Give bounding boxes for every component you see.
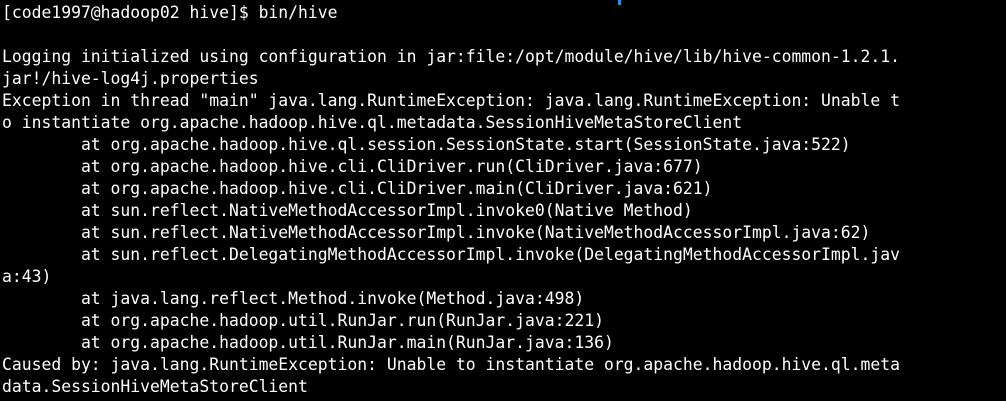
output-line-logging-2: jar!/hive-log4j.properties xyxy=(2,69,259,88)
output-line-exception-2: o instantiate org.apache.hadoop.hive.ql.… xyxy=(2,113,743,132)
caused-by-line-2: data.SessionHiveMetaStoreClient xyxy=(2,377,308,396)
output-line-exception-1: Exception in thread "main" java.lang.Run… xyxy=(2,91,900,110)
prompt-line: [code1997@hadoop02 hive]$ bin/hive xyxy=(2,3,338,22)
stack-frame: at org.apache.hadoop.hive.ql.session.Ses… xyxy=(2,135,851,154)
stack-frame: at sun.reflect.NativeMethodAccessorImpl.… xyxy=(2,223,871,242)
stack-frame: at java.lang.reflect.Method.invoke(Metho… xyxy=(2,289,585,308)
terminal-window[interactable]: [code1997@hadoop02 hive]$ bin/hive Loggi… xyxy=(0,0,1006,401)
stack-frame: at org.apache.hadoop.hive.cli.CliDriver.… xyxy=(2,157,703,176)
scroll-marker xyxy=(618,0,621,5)
stack-frame-wrap: a:43) xyxy=(2,267,52,286)
caused-by-line-1: Caused by: java.lang.RuntimeException: U… xyxy=(2,355,900,374)
stack-frame: at org.apache.hadoop.hive.cli.CliDriver.… xyxy=(2,179,713,198)
output-line-logging-1: Logging initialized using configuration … xyxy=(2,47,900,66)
stack-frame: at org.apache.hadoop.util.RunJar.run(Run… xyxy=(2,311,604,330)
output-line-blank xyxy=(0,24,1006,46)
stack-frame: at sun.reflect.NativeMethodAccessorImpl.… xyxy=(2,201,693,220)
stack-frame: at sun.reflect.DelegatingMethodAccessorI… xyxy=(2,245,900,264)
stack-frame: at org.apache.hadoop.util.RunJar.main(Ru… xyxy=(2,333,614,352)
